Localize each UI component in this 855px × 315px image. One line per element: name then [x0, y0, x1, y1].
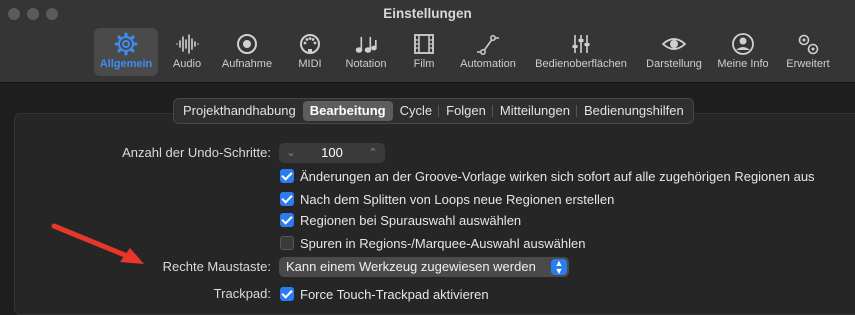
toolbar-label: Notation: [345, 58, 387, 70]
option-split-loops[interactable]: Nach dem Splitten von Loops neue Regione…: [280, 190, 614, 208]
automation-icon: [477, 35, 499, 55]
option-select-regions-on-track[interactable]: Regionen bei Spurauswahl auswählen: [280, 211, 521, 229]
toolbar-item-midi[interactable]: MIDI: [290, 28, 330, 76]
toolbar-item-automation[interactable]: Automation: [455, 28, 521, 76]
option-label: Änderungen an der Groove-Vorlage wirken …: [300, 168, 815, 184]
right-mouse-popup[interactable]: Kann einem Werkzeug zugewiesen werden ▲ ▼: [279, 257, 569, 277]
checkbox-select-regions-on-track[interactable]: [280, 213, 294, 227]
title-bar: Einstellungen Allgemein Audio Aufnahme M…: [0, 0, 855, 83]
tab-projekthandhabung[interactable]: Projekthandhabung: [176, 101, 303, 121]
chevron-down-icon[interactable]: ⌄: [281, 143, 301, 163]
tab-cycle[interactable]: Cycle: [393, 101, 440, 121]
toolbar-label: Automation: [460, 58, 516, 70]
record-icon: [237, 34, 257, 54]
tab-bedienungshilfen[interactable]: Bedienungshilfen: [575, 101, 691, 121]
checkbox-select-tracks-in-marquee[interactable]: [280, 236, 294, 250]
toolbar-item-bedienoberflaechen[interactable]: Bedienoberflächen: [528, 28, 634, 76]
checkbox-force-touch[interactable]: [280, 287, 294, 301]
option-label: Regionen bei Spurauswahl auswählen: [300, 212, 522, 228]
person-icon: [732, 33, 754, 55]
option-label: Force Touch-Trackpad aktivieren: [300, 286, 489, 302]
toolbar-item-allgemein[interactable]: Allgemein: [94, 28, 158, 76]
right-mouse-label: Rechte Maustaste:: [162, 259, 271, 274]
eye-icon: [662, 38, 686, 50]
undo-steps-value[interactable]: 100: [299, 143, 365, 163]
option-select-tracks-in-marquee[interactable]: Spuren in Regions-/Marquee-Auswahl auswä…: [280, 234, 585, 252]
sliders-icon: [572, 35, 590, 53]
toolbar-item-film[interactable]: Film: [404, 28, 444, 76]
option-groove-template[interactable]: Änderungen an der Groove-Vorlage wirken …: [280, 167, 815, 185]
updown-chevron-icon: ▲ ▼: [551, 259, 567, 276]
preferences-toolbar: Allgemein Audio Aufnahme MIDI Notation F…: [0, 28, 855, 78]
toolbar-item-notation[interactable]: Notation: [340, 28, 392, 76]
toolbar-label: Erweitert: [786, 58, 830, 70]
window-title: Einstellungen: [383, 6, 472, 21]
checkbox-groove-template[interactable]: [280, 169, 294, 183]
chevron-up-icon[interactable]: ⌃: [363, 143, 383, 163]
option-label: Spuren in Regions-/Marquee-Auswahl auswä…: [300, 235, 586, 251]
tab-mitteilungen[interactable]: Mitteilungen: [491, 101, 577, 121]
toolbar-label: Aufnahme: [221, 58, 273, 70]
undo-steps-label: Anzahl der Undo-Schritte:: [122, 145, 271, 160]
gear-icon: [114, 32, 138, 56]
tab-bearbeitung[interactable]: Bearbeitung: [302, 101, 393, 121]
right-mouse-value: Kann einem Werkzeug zugewiesen werden: [286, 259, 536, 274]
toolbar-label: Darstellung: [646, 58, 702, 70]
toolbar-label: Allgemein: [99, 58, 153, 70]
toolbar-label: Meine Info: [717, 58, 769, 70]
music-notes-icon: [355, 37, 377, 53]
trackpad-label: Trackpad:: [213, 286, 271, 301]
toolbar-item-audio[interactable]: Audio: [165, 28, 209, 76]
waveform-icon: [176, 34, 199, 54]
toolbar-label: Audio: [172, 58, 202, 70]
toolbar-item-meine-info[interactable]: Meine Info: [713, 28, 773, 76]
toolbar-item-aufnahme[interactable]: Aufnahme: [216, 28, 278, 76]
gears-icon: [798, 34, 819, 55]
annotation-arrow-icon: [51, 223, 144, 264]
film-icon: [414, 34, 434, 54]
midi-icon: [300, 34, 320, 54]
toolbar-label: Film: [413, 58, 435, 70]
tab-folgen[interactable]: Folgen: [438, 101, 493, 121]
toolbar-label: MIDI: [298, 58, 322, 70]
option-label: Nach dem Splitten von Loops neue Regione…: [300, 191, 615, 207]
toolbar-label: Bedienoberflächen: [535, 58, 627, 70]
toolbar-item-erweitert[interactable]: Erweitert: [780, 28, 836, 76]
tab-bar: Projekthandhabung Bearbeitung Cycle Folg…: [173, 98, 694, 124]
option-force-touch[interactable]: Force Touch-Trackpad aktivieren: [280, 285, 489, 303]
toolbar-item-darstellung[interactable]: Darstellung: [640, 28, 708, 76]
checkbox-split-loops[interactable]: [280, 192, 294, 206]
undo-steps-stepper[interactable]: ⌄ 100 ⌃: [279, 143, 385, 163]
